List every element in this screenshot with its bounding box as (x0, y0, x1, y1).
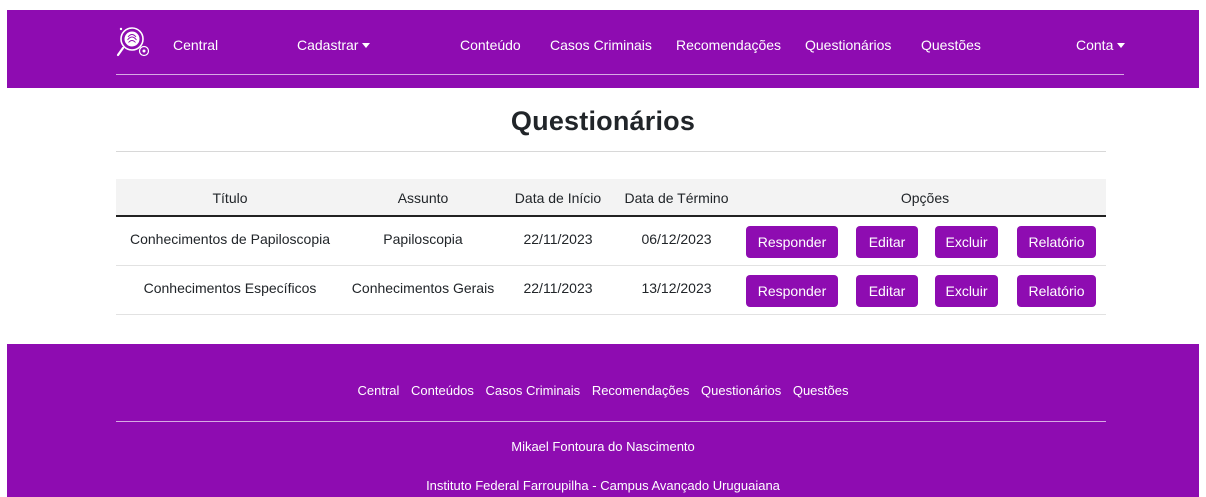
nav-link-casos-criminais[interactable]: Casos Criminais (550, 37, 652, 53)
page-footer: Central Conteúdos Casos Criminais Recome… (7, 344, 1199, 497)
cell-titulo: Conhecimentos de Papiloscopia (129, 231, 330, 247)
respond-button[interactable]: Responder (746, 226, 838, 258)
brand-label[interactable]: Central (173, 37, 218, 53)
cell-data-inicio: 22/11/2023 (523, 231, 593, 247)
caret-down-icon (1117, 43, 1126, 48)
table-row: Conhecimentos Específicos Conhecimentos … (116, 266, 1106, 315)
nav-account-label: Conta (1076, 37, 1114, 53)
table-row: Conhecimentos de Papiloscopia Papiloscop… (116, 217, 1106, 266)
nav-link-conteudo[interactable]: Conteúdo (460, 37, 521, 53)
footer-link-central[interactable]: Central (357, 383, 399, 398)
nav-cadastrar-dropdown[interactable]: Cadastrar (297, 37, 371, 53)
cell-data-inicio: 22/11/2023 (523, 280, 593, 296)
nav-account-dropdown[interactable]: Conta (1076, 37, 1126, 53)
report-button[interactable]: Relatório (1017, 275, 1096, 307)
cell-assunto: Conhecimentos Gerais (351, 280, 495, 296)
footer-link-conteudos[interactable]: Conteúdos (411, 383, 474, 398)
table-header-row: Título Assunto Data de Início Data de Té… (116, 179, 1106, 217)
nav-link-recomendacoes[interactable]: Recomendações (676, 37, 781, 53)
header-data-termino: Data de Término (624, 190, 729, 206)
edit-button[interactable]: Editar (856, 275, 918, 307)
nav-cadastrar-label: Cadastrar (297, 37, 359, 53)
brand-logo-link[interactable] (116, 24, 152, 60)
cell-data-termino: 13/12/2023 (641, 280, 712, 296)
report-button[interactable]: Relatório (1017, 226, 1096, 258)
cell-titulo: Conhecimentos Específicos (143, 280, 317, 296)
navbar-inner: Central Cadastrar Conteúdo Casos Crimina… (116, 10, 1126, 75)
header-data-inicio: Data de Início (514, 190, 602, 206)
header-assunto: Assunto (397, 190, 449, 206)
top-navbar: Central Cadastrar Conteúdo Casos Crimina… (7, 10, 1199, 88)
delete-button[interactable]: Excluir (935, 275, 998, 307)
caret-down-icon (362, 43, 371, 48)
footer-link-casos-criminais[interactable]: Casos Criminais (486, 383, 581, 398)
nav-link-questionarios[interactable]: Questionários (805, 37, 891, 53)
footer-nav: Central Conteúdos Casos Criminais Recome… (7, 383, 1199, 398)
cell-assunto: Papiloscopia (383, 231, 463, 247)
respond-button[interactable]: Responder (746, 275, 838, 307)
nav-link-questoes[interactable]: Questões (921, 37, 981, 53)
footer-divider (116, 421, 1106, 422)
footer-institution: Instituto Federal Farroupilha - Campus A… (426, 478, 780, 493)
footer-author: Mikael Fontoura do Nascimento (511, 439, 695, 454)
footer-link-recomendacoes[interactable]: Recomendações (592, 383, 690, 398)
cell-data-termino: 06/12/2023 (641, 231, 712, 247)
title-divider (116, 151, 1106, 152)
header-opcoes: Opções (900, 190, 950, 206)
footer-link-questoes[interactable]: Questões (793, 383, 849, 398)
footer-link-questionarios[interactable]: Questionários (701, 383, 781, 398)
edit-button[interactable]: Editar (856, 226, 918, 258)
header-titulo: Título (212, 190, 248, 206)
magnifier-fingerprint-logo-icon (116, 27, 150, 57)
page-title: Questionários (510, 106, 696, 136)
questionnaires-table: Título Assunto Data de Início Data de Té… (116, 179, 1106, 315)
delete-button[interactable]: Excluir (935, 226, 998, 258)
